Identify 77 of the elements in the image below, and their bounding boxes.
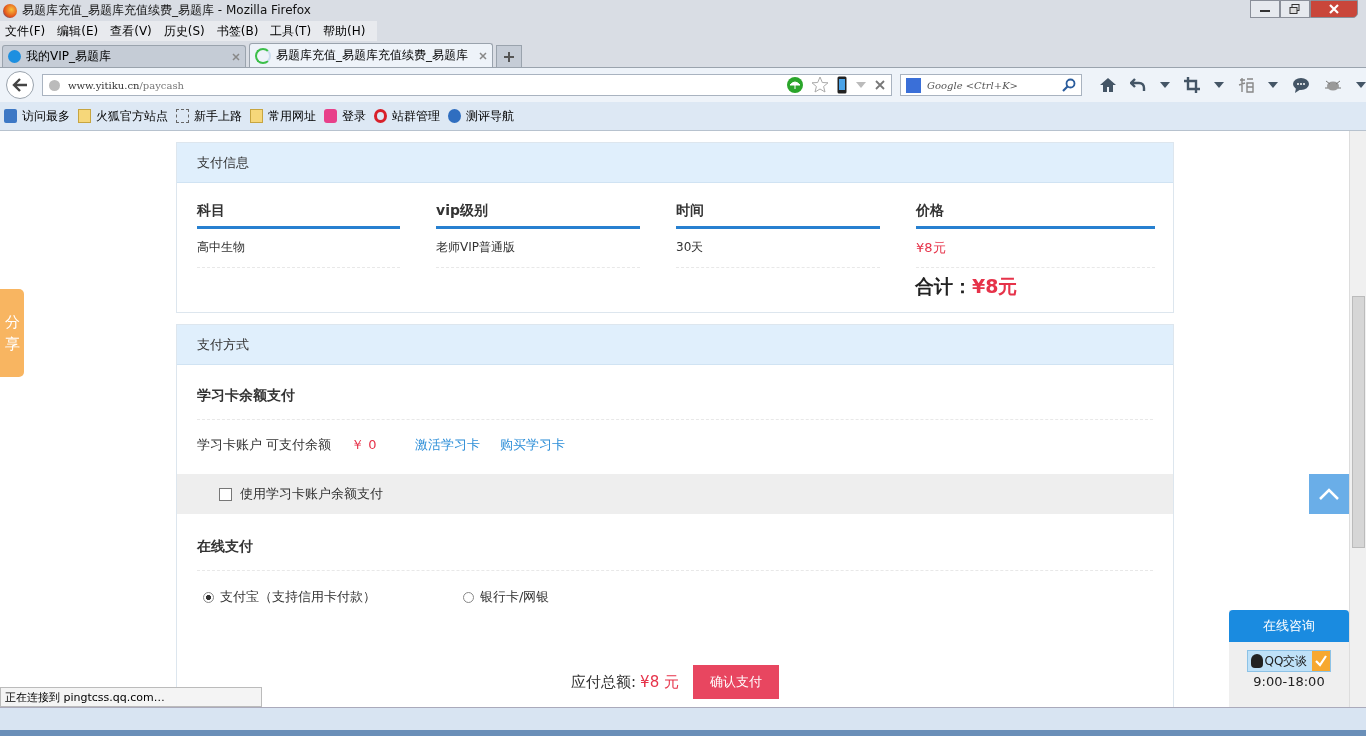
balance-amount: ￥ 0 (351, 436, 378, 454)
stop-icon[interactable] (875, 80, 885, 90)
confirm-button[interactable]: 确认支付 (692, 665, 779, 699)
status-text: 正在连接到 pingtcss.qq.com… (0, 687, 262, 707)
plus-icon (503, 50, 515, 63)
new-tab-button[interactable] (496, 45, 522, 67)
dropdown-icon[interactable] (1160, 82, 1170, 88)
section-title: 在线支付 (197, 538, 1153, 571)
menu-item[interactable]: 编辑(E) (57, 22, 99, 40)
total-amount: ¥8元 (972, 274, 1018, 299)
menu-item[interactable]: 帮助(H) (323, 22, 366, 40)
minimize-button[interactable] (1250, 0, 1280, 18)
bookmark-item[interactable]: 登录 (324, 107, 366, 125)
bookmark-item[interactable]: 站群管理 (374, 107, 440, 125)
close-tab-icon[interactable] (479, 51, 487, 60)
payment-radio[interactable]: 银行卡/网银 (463, 587, 723, 607)
menu-item[interactable]: 书签(B) (216, 22, 259, 40)
column-header: 价格 (916, 202, 1155, 229)
scrollbar[interactable] (1349, 131, 1366, 707)
bug-icon[interactable] (1324, 78, 1342, 92)
address-field[interactable]: www.yitiku.cn/paycash (42, 74, 892, 96)
menu-item[interactable]: 历史(S) (163, 22, 205, 40)
browser-tab[interactable]: 我的VIP_易题库 (2, 45, 246, 67)
bookmark-item[interactable]: 新手上路 (176, 107, 242, 125)
bookmark-item[interactable]: 常用网址 (250, 107, 316, 125)
symbol-icon[interactable] (1238, 77, 1254, 93)
table-cell: 高中生物 (197, 229, 400, 268)
card-link[interactable]: 激活学习卡 (415, 436, 481, 454)
service-hours: 9:00-18:00 (1253, 674, 1325, 689)
table-cell: 30天 (676, 229, 880, 268)
payment-radio[interactable]: 支付宝（支持信用卡付款） (203, 587, 463, 607)
card-link[interactable]: 购买学习卡 (500, 436, 566, 454)
table-cell: ¥8元 (916, 229, 1155, 268)
column-header: 科目 (197, 202, 400, 229)
dropdown-icon[interactable] (1268, 82, 1278, 88)
home-icon[interactable] (1100, 78, 1116, 92)
star-icon[interactable] (811, 76, 829, 94)
column-header: vip级别 (436, 202, 640, 229)
back-button[interactable] (6, 71, 34, 99)
window-title: 易题库充值_易题库充值续费_易题库 - Mozilla Firefox (22, 2, 312, 19)
restore-icon (1289, 4, 1301, 14)
bookmark-item[interactable]: 测评导航 (448, 107, 514, 125)
menu-item[interactable]: 文件(F) (5, 22, 46, 40)
dropdown-icon[interactable] (1356, 82, 1366, 88)
search-icon[interactable] (1062, 78, 1076, 92)
undo-icon[interactable] (1130, 78, 1146, 92)
account-label: 学习卡账户 可支付余额 (197, 436, 332, 454)
restore-button[interactable] (1280, 0, 1310, 18)
dropdown-icon[interactable] (1214, 82, 1224, 88)
close-icon (1328, 4, 1340, 14)
chevron-up-icon (1318, 487, 1340, 501)
menu-item[interactable]: 查看(V) (110, 22, 152, 40)
back-arrow-icon (12, 78, 28, 92)
consult-header: 在线咨询 (1229, 610, 1349, 642)
loading-icon (255, 47, 271, 64)
menu-item[interactable]: 工具(T) (270, 22, 312, 40)
table-cell: 老师VIP普通版 (436, 229, 640, 268)
panel-header: 支付方式 (177, 325, 1173, 365)
bookmark-item[interactable]: 火狐官方站点 (78, 107, 168, 125)
phone-icon[interactable] (837, 76, 847, 94)
firefox-logo-icon (3, 3, 17, 18)
due-amount: ¥8 元 (640, 672, 679, 692)
crop-icon[interactable] (1184, 77, 1200, 93)
qq-chat-button[interactable]: QQ交谈 (1246, 650, 1332, 672)
browser-tab[interactable]: 易题库充值_易题库充值续费_易题库 (249, 43, 493, 67)
bookmark-item[interactable]: 访问最多 (4, 107, 70, 125)
due-label: 应付总额: (571, 672, 637, 692)
section-title: 学习卡余额支付 (197, 387, 1153, 420)
chat-bubble-icon[interactable] (1292, 77, 1310, 93)
total-label: 合计： (915, 274, 972, 299)
close-button[interactable] (1310, 0, 1358, 18)
check-shield-icon (1312, 651, 1331, 671)
balance-checkbox[interactable]: 使用学习卡账户余额支付 (219, 485, 383, 503)
panel-header: 支付信息 (177, 143, 1173, 183)
umbrella-icon[interactable] (787, 77, 803, 93)
search-field[interactable]: Google <Ctrl+K> (900, 74, 1082, 96)
column-header: 时间 (676, 202, 880, 229)
